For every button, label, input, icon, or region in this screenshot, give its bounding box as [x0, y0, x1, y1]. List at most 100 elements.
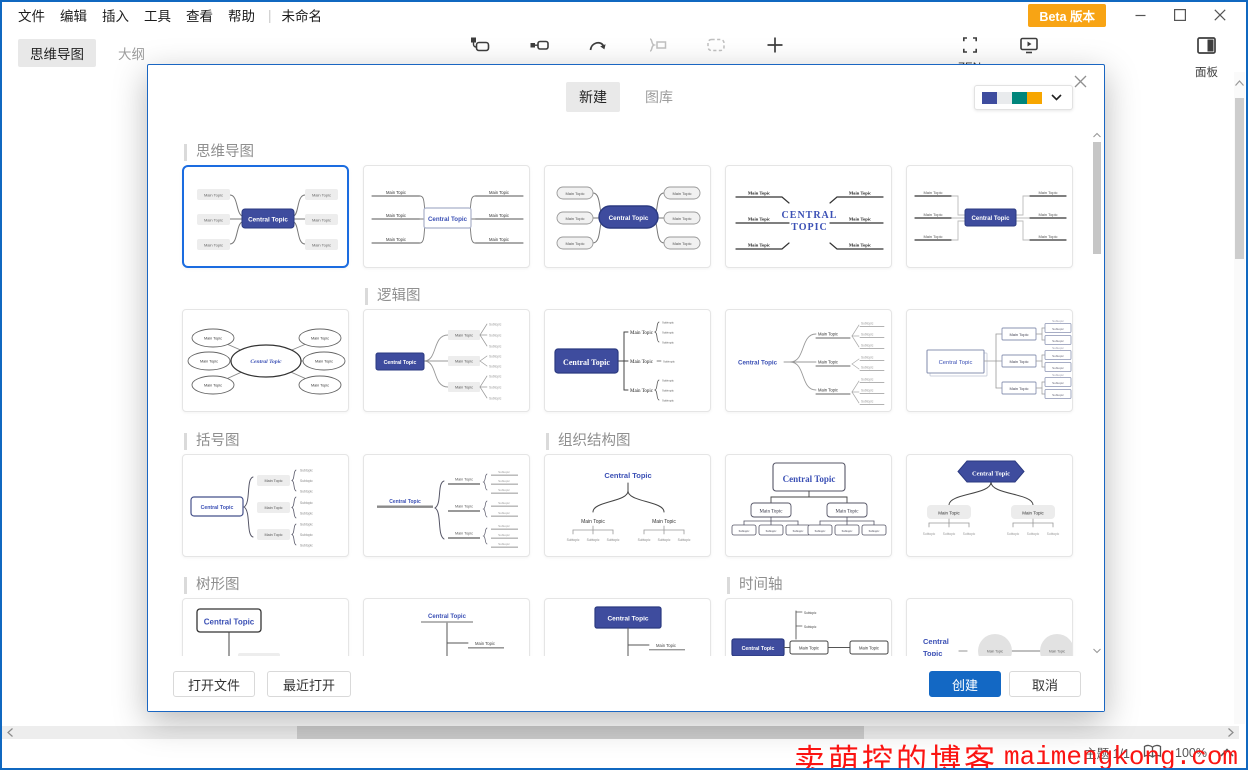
menu-item-view[interactable]: 查看	[186, 5, 213, 25]
svg-text:Main Topic: Main Topic	[565, 241, 584, 246]
cancel-button[interactable]: 取消	[1009, 671, 1081, 697]
menu-item-file[interactable]: 文件	[18, 5, 45, 25]
svg-text:Subtopic: Subtopic	[662, 379, 675, 383]
template-card-org-text[interactable]: Central TopicMain TopicSubtopicSubtopicS…	[544, 454, 711, 557]
recent-open-button[interactable]: 最近打开	[267, 671, 351, 697]
svg-text:Subtopic: Subtopic	[861, 332, 874, 336]
maximize-button[interactable]	[1160, 3, 1200, 27]
svg-text:Subtopic: Subtopic	[489, 322, 502, 326]
vertical-scroll-thumb[interactable]	[1235, 98, 1244, 259]
dialog-scrollbar[interactable]	[1092, 129, 1102, 657]
theme-color-select[interactable]	[974, 85, 1073, 110]
panel-tool[interactable]: 面板	[1177, 34, 1236, 80]
template-card-mm-box[interactable]: Main TopicMain TopicMain TopicMain Topic…	[906, 165, 1073, 268]
svg-text:Subtopic: Subtopic	[498, 524, 510, 528]
svg-text:Main Topic: Main Topic	[312, 242, 331, 247]
template-card-mm-caps[interactable]: CENTRALTOPICMain TopicMain TopicMain Top…	[725, 165, 892, 268]
svg-text:Main Topic: Main Topic	[748, 243, 770, 248]
chevron-up-icon[interactable]	[1220, 746, 1234, 760]
dialog-tab-gallery[interactable]: 图库	[632, 82, 686, 112]
svg-text:Main Topic: Main Topic	[1038, 234, 1057, 239]
svg-text:Main Topic: Main Topic	[1009, 386, 1028, 391]
main-vertical-scrollbar[interactable]	[1234, 72, 1245, 724]
svg-text:Subtopic: Subtopic	[498, 533, 510, 537]
svg-text:Main Topic: Main Topic	[455, 532, 473, 536]
template-card-tr-filled[interactable]: Central Topic Main Topic	[544, 598, 711, 658]
svg-text:Subtopic: Subtopic	[587, 538, 600, 542]
mode-tab-outline[interactable]: 大纲	[106, 39, 157, 67]
create-button[interactable]: 创建	[929, 671, 1001, 697]
svg-text:Main Topic: Main Topic	[656, 643, 676, 648]
svg-text:Central Topic: Central Topic	[607, 616, 648, 623]
svg-text:Main Topic: Main Topic	[204, 242, 223, 247]
menu-separator: |	[268, 8, 272, 23]
template-card-org-filled[interactable]: Central TopicMain TopicSubtopicSubtopicS…	[906, 454, 1073, 557]
svg-text:Main Topic: Main Topic	[630, 331, 654, 336]
svg-text:Subtopic: Subtopic	[662, 399, 675, 403]
scroll-right-icon[interactable]	[1223, 726, 1239, 739]
template-card-lg-bold[interactable]: Central TopicMain TopicMain TopicMain To…	[544, 309, 711, 412]
svg-text:Subtopic: Subtopic	[1052, 327, 1064, 331]
template-card-tl-circles[interactable]: CentralTopicMain TopicMain Topic	[906, 598, 1073, 658]
template-card-br-text[interactable]: Central TopicMain TopicSubtopicSubtopicS…	[363, 454, 530, 557]
template-card-lg-boxes[interactable]: Central TopicMain TopicSubtopicSubtopicS…	[906, 309, 1073, 412]
svg-text:TOPIC: TOPIC	[791, 222, 828, 233]
color-swatch	[997, 92, 1012, 104]
subtopic-icon	[528, 34, 550, 61]
relationship-icon	[587, 34, 609, 61]
template-card-tr-box[interactable]: Central TopicMain Topic	[182, 598, 349, 658]
svg-text:Main Topic: Main Topic	[1038, 190, 1057, 195]
template-card-lg-gray[interactable]: Central TopicMain TopicSubtopicSubtopicS…	[363, 309, 530, 412]
svg-text:Central Topic: Central Topic	[563, 358, 610, 367]
open-file-button[interactable]: 打开文件	[173, 671, 255, 697]
svg-text:Subtopic: Subtopic	[498, 488, 510, 492]
template-card-mm-pill[interactable]: Main TopicMain TopicMain TopicMain Topic…	[544, 165, 711, 268]
template-card-br-box[interactable]: Central TopicMain TopicSubtopicSubtopicS…	[182, 454, 349, 557]
template-card-mm-ellipse[interactable]: Central TopicMain TopicMain TopicMain To…	[182, 309, 349, 412]
svg-text:Central Topic: Central Topic	[201, 505, 234, 511]
scroll-up-icon[interactable]	[1092, 129, 1102, 141]
svg-text:Subtopic: Subtopic	[861, 365, 874, 369]
template-card-tr-text[interactable]: Central TopicMain Topic	[363, 598, 530, 658]
svg-text:Central Topic: Central Topic	[428, 216, 468, 223]
zen-icon	[959, 34, 981, 61]
template-card-lg-text[interactable]: Central TopicMain TopicSubtopicSubtopicS…	[725, 309, 892, 412]
menu-item-tools[interactable]: 工具	[144, 5, 171, 25]
dialog-tab-new[interactable]: 新建	[566, 82, 620, 112]
svg-text:Main Topic: Main Topic	[818, 360, 838, 365]
main-horizontal-scrollbar[interactable]	[2, 726, 1239, 739]
menu-item-insert[interactable]: 插入	[102, 5, 129, 25]
template-card-tl-filled[interactable]: SubtopicSubtopicCentral TopicMain TopicM…	[725, 598, 892, 658]
svg-text:Subtopic: Subtopic	[662, 341, 675, 345]
svg-text:Central Topic: Central Topic	[248, 216, 288, 223]
template-card-mm-filled[interactable]: Main TopicMain TopicMain TopicMain Topic…	[182, 165, 349, 268]
category-label: 时间轴	[727, 577, 783, 594]
template-card-mm-outline[interactable]: Main TopicMain TopicMain TopicMain Topic…	[363, 165, 530, 268]
dialog-scroll-thumb[interactable]	[1093, 142, 1101, 254]
svg-text:Central Topic: Central Topic	[609, 215, 649, 222]
zoom-level[interactable]: 100%	[1175, 746, 1207, 760]
svg-text:Subtopic: Subtopic	[678, 538, 691, 542]
scroll-left-icon[interactable]	[2, 726, 18, 739]
mode-tab-mindmap[interactable]: 思维导图	[18, 39, 96, 67]
svg-text:Subtopic: Subtopic	[663, 359, 676, 363]
panel-tool-slot: 面板	[1177, 34, 1236, 80]
scroll-up-icon[interactable]	[1234, 76, 1245, 90]
minimize-button[interactable]	[1120, 3, 1160, 27]
svg-text:Main Topic: Main Topic	[652, 519, 676, 525]
svg-text:Main Topic: Main Topic	[311, 384, 329, 388]
svg-text:Main Topic: Main Topic	[475, 641, 495, 646]
close-button[interactable]	[1200, 3, 1240, 27]
theme-swatches	[982, 92, 1042, 104]
horizontal-scroll-thumb[interactable]	[297, 726, 864, 739]
notes-book-icon[interactable]	[1143, 744, 1162, 762]
menu-item-edit[interactable]: 编辑	[60, 5, 87, 25]
svg-text:Main Topic: Main Topic	[386, 213, 406, 218]
menu-item-help[interactable]: 帮助	[228, 5, 255, 25]
svg-text:Subtopic: Subtopic	[607, 538, 620, 542]
dialog-tabs: 新建图库	[148, 82, 1104, 112]
insert-icon	[764, 34, 786, 61]
svg-text:Subtopic: Subtopic	[793, 529, 804, 533]
template-card-org-box[interactable]: Central TopicMain TopicSubtopicSubtopicS…	[725, 454, 892, 557]
app-window: 文件编辑插入工具查看帮助 | 未命名 Beta 版本 思维导图大纲 主题子主题联…	[0, 0, 1248, 770]
